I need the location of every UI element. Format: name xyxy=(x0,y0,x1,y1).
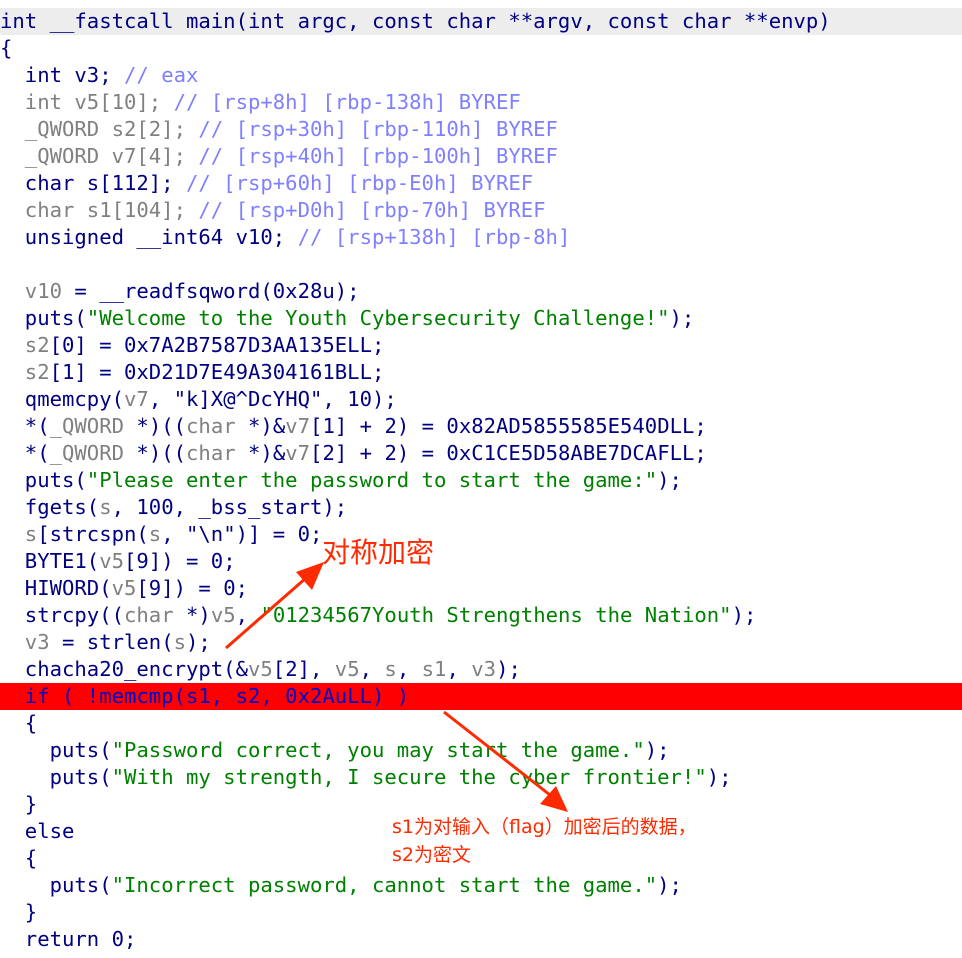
symmetric-encryption-note: 对称加密 xyxy=(322,536,435,569)
s1-explanation-note: s1为对输入（flag）加密后的数据， xyxy=(392,816,697,838)
arrow-to-note-label xyxy=(443,710,568,812)
s2-explanation-note: s2为密文 xyxy=(392,844,471,866)
arrow-to-symmetric-label xyxy=(225,562,324,650)
